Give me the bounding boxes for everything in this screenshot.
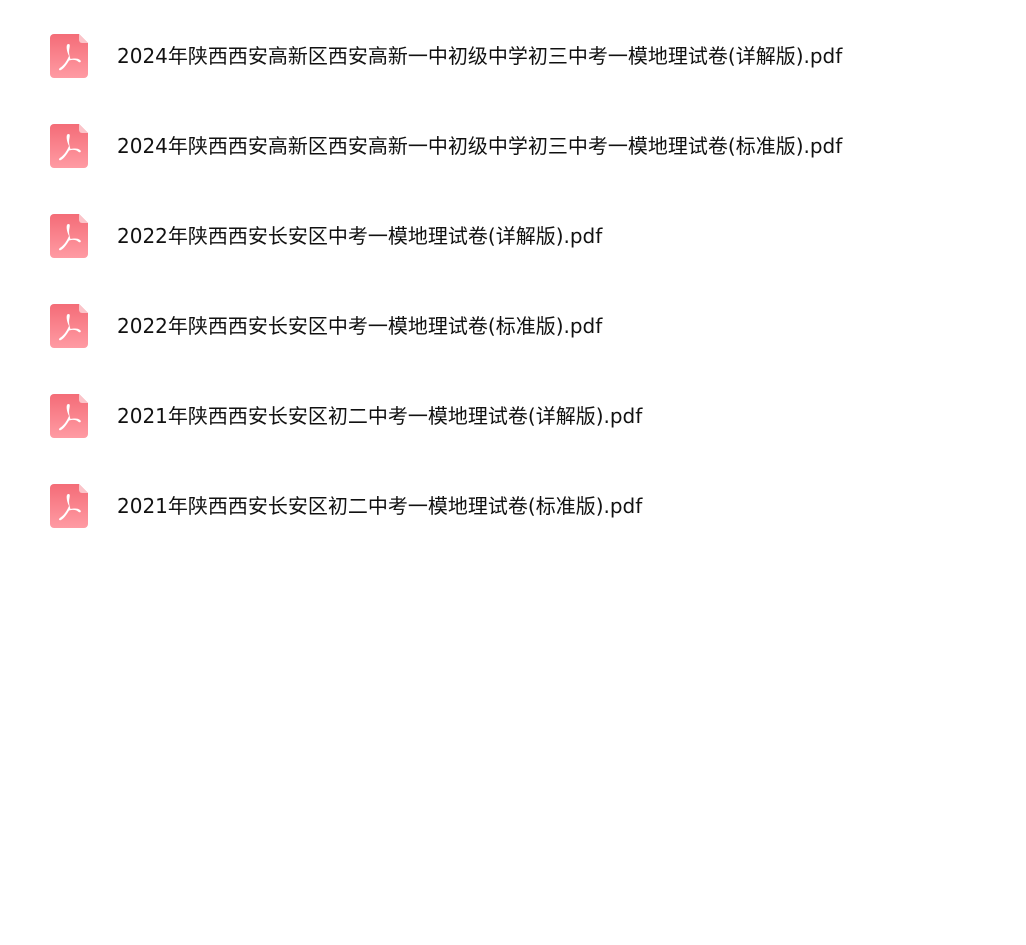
pdf-file-icon: [50, 34, 88, 78]
pdf-file-icon: [50, 124, 88, 168]
file-name: 2024年陕西西安高新区西安高新一中初级中学初三中考一模地理试卷(详解版).pd…: [117, 44, 843, 68]
file-item[interactable]: 2024年陕西西安高新区西安高新一中初级中学初三中考一模地理试卷(标准版).pd…: [50, 123, 842, 169]
file-name: 2021年陕西西安长安区初二中考一模地理试卷(标准版).pdf: [117, 494, 643, 518]
file-item[interactable]: 2021年陕西西安长安区初二中考一模地理试卷(标准版).pdf: [50, 483, 642, 529]
file-name: 2022年陕西西安长安区中考一模地理试卷(详解版).pdf: [117, 224, 603, 248]
file-item[interactable]: 2022年陕西西安长安区中考一模地理试卷(标准版).pdf: [50, 303, 602, 349]
file-name: 2024年陕西西安高新区西安高新一中初级中学初三中考一模地理试卷(标准版).pd…: [117, 134, 843, 158]
file-name: 2021年陕西西安长安区初二中考一模地理试卷(详解版).pdf: [117, 404, 643, 428]
pdf-file-icon: [50, 304, 88, 348]
file-item[interactable]: 2021年陕西西安长安区初二中考一模地理试卷(详解版).pdf: [50, 393, 642, 439]
file-item[interactable]: 2024年陕西西安高新区西安高新一中初级中学初三中考一模地理试卷(详解版).pd…: [50, 33, 842, 79]
file-name: 2022年陕西西安长安区中考一模地理试卷(标准版).pdf: [117, 314, 603, 338]
pdf-file-icon: [50, 394, 88, 438]
file-item[interactable]: 2022年陕西西安长安区中考一模地理试卷(详解版).pdf: [50, 213, 602, 259]
pdf-file-icon: [50, 214, 88, 258]
pdf-file-icon: [50, 484, 88, 528]
